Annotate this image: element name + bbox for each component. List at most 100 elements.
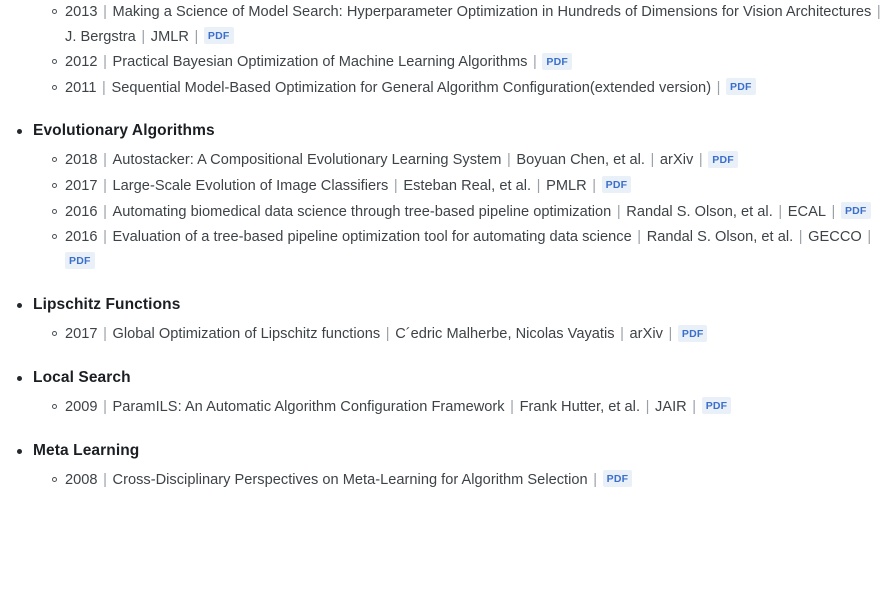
paper-authors: Boyuan Chen, et al. (516, 152, 645, 169)
category-label: Evolutionary Algorithms (33, 122, 215, 140)
paper-year: 2017 (65, 177, 98, 194)
field-separator: | (137, 28, 150, 45)
paper-entry: 2017 | Global Optimization of Lipschitz … (0, 322, 895, 347)
paper-title[interactable]: Evaluation of a tree-based pipeline opti… (113, 229, 632, 245)
category-heading: Evolutionary Algorithms (0, 120, 895, 142)
category-heading: Meta Learning (0, 440, 895, 462)
disc-bullet-icon (17, 303, 22, 309)
category-section: Local Search 2009 | ParamILS: An Automati… (0, 367, 895, 420)
paper-title[interactable]: Cross-Disciplinary Perspectives on Meta-… (113, 472, 588, 488)
paper-title[interactable]: Making a Science of Model Search: Hyperp… (113, 4, 872, 20)
paper-authors: Randal S. Olson, et al. (626, 203, 773, 220)
paper-venue: JAIR (655, 398, 687, 415)
paper-authors: J. Bergstra (65, 28, 136, 45)
paper-title[interactable]: Automating biomedical data science throu… (113, 204, 612, 220)
field-separator: | (99, 398, 112, 415)
field-separator: | (664, 326, 677, 343)
circle-bullet-icon (52, 157, 57, 163)
paper-entry: 2013 | Making a Science of Model Search:… (0, 0, 895, 49)
paper-title[interactable]: Practical Bayesian Optimization of Machi… (113, 54, 528, 70)
circle-bullet-icon (52, 182, 57, 188)
field-separator: | (827, 203, 840, 220)
pdf-link-badge[interactable]: PDF (726, 78, 756, 96)
pdf-link-badge[interactable]: PDF (708, 150, 738, 168)
field-separator: | (872, 4, 881, 20)
paper-title[interactable]: Global Optimization of Lipschitz functio… (113, 326, 381, 342)
field-separator: | (633, 229, 646, 246)
field-separator: | (588, 177, 601, 194)
field-separator: | (99, 177, 112, 194)
field-separator: | (99, 203, 112, 220)
paper-entry: 2012 | Practical Bayesian Optimization o… (0, 50, 895, 75)
paper-venue: JMLR (150, 28, 189, 45)
field-separator: | (506, 398, 519, 415)
field-separator: | (774, 203, 787, 220)
paper-title[interactable]: ParamILS: An Automatic Algorithm Configu… (113, 399, 505, 415)
paper-year: 2009 (65, 398, 98, 415)
field-separator: | (99, 326, 112, 343)
category-heading: Lipschitz Functions (0, 294, 895, 316)
paper-entry: 2018 | Autostacker: A Compositional Evol… (0, 148, 895, 173)
circle-bullet-icon (52, 476, 57, 482)
pdf-link-badge[interactable]: PDF (840, 202, 871, 220)
paper-year: 2018 (65, 152, 98, 169)
paper-list: 2018 | Autostacker: A Compositional Evol… (0, 148, 895, 274)
field-separator: | (99, 54, 112, 71)
paper-venue: ECAL (787, 203, 826, 220)
paper-year: 2008 (65, 471, 98, 488)
pdf-link-badge[interactable]: PDF (203, 27, 234, 45)
paper-venue: PMLR (546, 177, 587, 194)
paper-authors: Esteban Real, et al. (403, 177, 532, 194)
paper-title[interactable]: Large-Scale Evolution of Image Classifie… (113, 178, 389, 194)
category-section: Meta Learning 2008 | Cross-Disciplinary P… (0, 440, 895, 493)
paper-entry: 2011 | Sequential Model-Based Optimizati… (0, 76, 895, 101)
paper-year: 2016 (65, 229, 98, 246)
field-separator: | (641, 398, 654, 415)
paper-list: 2008 | Cross-Disciplinary Perspectives o… (0, 468, 895, 493)
orphan-paper-list: 2013 | Making a Science of Model Search:… (0, 0, 895, 100)
paper-year: 2012 (65, 54, 98, 71)
field-separator: | (612, 203, 625, 220)
field-separator: | (528, 54, 541, 71)
circle-bullet-icon (52, 403, 57, 409)
field-separator: | (712, 79, 725, 96)
document-page: 2013 | Making a Science of Model Search:… (0, 0, 895, 605)
pdf-link-badge[interactable]: PDF (677, 324, 708, 342)
field-separator: | (794, 229, 807, 246)
pdf-link-badge[interactable]: PDF (602, 470, 633, 488)
field-separator: | (532, 177, 545, 194)
paper-year: 2017 (65, 326, 98, 343)
field-separator: | (381, 326, 394, 343)
paper-entry: 2017 | Large-Scale Evolution of Image Cl… (0, 174, 895, 199)
field-separator: | (99, 152, 112, 169)
category-section: Lipschitz Functions 2017 | Global Optimiz… (0, 294, 895, 347)
disc-bullet-icon (17, 375, 22, 381)
paper-venue: GECCO (808, 229, 862, 246)
field-separator: | (99, 229, 112, 246)
paper-year: 2016 (65, 203, 98, 220)
pdf-link-badge[interactable]: PDF (701, 397, 732, 415)
paper-authors: C´edric Malherbe, Nicolas Vayatis (395, 326, 615, 343)
pdf-link-badge[interactable]: PDF (542, 52, 573, 70)
circle-bullet-icon (52, 234, 57, 240)
paper-list: 2009 | ParamILS: An Automatic Algorithm … (0, 395, 895, 420)
disc-bullet-icon (17, 129, 22, 135)
circle-bullet-icon (52, 9, 57, 14)
paper-entry: 2016 | Automating biomedical data scienc… (0, 200, 895, 225)
field-separator: | (389, 177, 402, 194)
field-separator: | (99, 4, 112, 20)
field-separator: | (646, 152, 659, 169)
paper-year: 2013 (65, 4, 98, 20)
field-separator: | (97, 79, 110, 96)
field-separator: | (616, 326, 629, 343)
pdf-link-badge[interactable]: PDF (601, 176, 632, 194)
paper-authors: Frank Hutter, et al. (519, 398, 641, 415)
circle-bullet-icon (52, 59, 57, 65)
paper-venue: arXiv (629, 326, 663, 343)
paper-list: 2017 | Global Optimization of Lipschitz … (0, 322, 895, 347)
circle-bullet-icon (52, 208, 57, 214)
paper-title[interactable]: Autostacker: A Compositional Evolutionar… (113, 152, 502, 168)
paper-title[interactable]: Sequential Model-Based Optimization for … (111, 80, 711, 96)
circle-bullet-icon (52, 331, 57, 337)
pdf-link-badge[interactable]: PDF (65, 252, 95, 270)
